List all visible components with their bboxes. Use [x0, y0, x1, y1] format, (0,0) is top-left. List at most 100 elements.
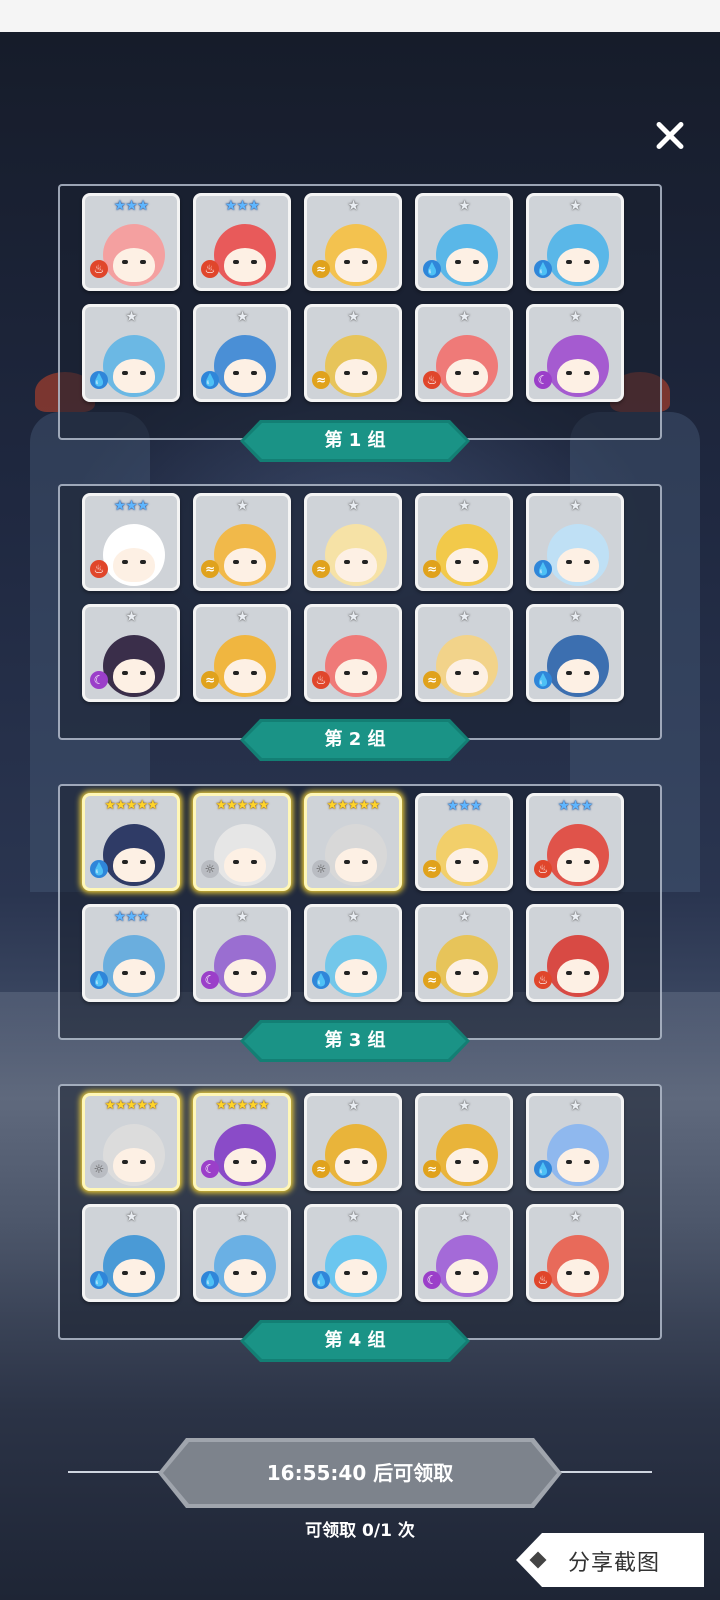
hero-eye	[362, 1160, 368, 1164]
hero-eye	[251, 1271, 257, 1275]
diamond-icon	[529, 1551, 547, 1569]
hero-card[interactable]: ★ ≈	[193, 604, 291, 702]
hero-face	[557, 1148, 599, 1182]
hero-card[interactable]: ★ ♨	[304, 604, 402, 702]
share-screenshot-label: 分享截图	[568, 1551, 661, 1576]
water-drop-icon: 💧	[90, 371, 108, 389]
hero-card[interactable]: ★ ☾	[415, 1204, 513, 1302]
hero-card[interactable]: ★ ♨	[526, 1204, 624, 1302]
wind-icon: ≈	[312, 560, 330, 578]
hero-card[interactable]: ★ ☾	[82, 604, 180, 702]
hero-card[interactable]: ★ ≈	[415, 1093, 513, 1191]
hero-eye	[584, 971, 590, 975]
hero-eye	[251, 860, 257, 864]
claim-timer-button[interactable]: 16:55:40 后可领取	[158, 1438, 562, 1508]
hero-face	[113, 1259, 155, 1293]
hero-card[interactable]: ★ 💧	[526, 193, 624, 291]
hero-card[interactable]: ★ 💧	[82, 1204, 180, 1302]
hero-card[interactable]: ★ ≈	[304, 493, 402, 591]
hero-face	[446, 959, 488, 993]
hero-eye	[122, 1160, 128, 1164]
star-rating: ★	[569, 498, 582, 514]
hero-card[interactable]: ★★★★★ ☼	[193, 793, 291, 891]
hero-face	[446, 359, 488, 393]
hero-face	[224, 659, 266, 693]
hero-card[interactable]: ★ ♨	[526, 904, 624, 1002]
star-rating: ★	[347, 609, 360, 625]
water-drop-icon: 💧	[90, 971, 108, 989]
hero-card[interactable]: ★★★ ♨	[193, 193, 291, 291]
hero-card[interactable]: ★ ☾	[193, 904, 291, 1002]
hero-card[interactable]: ★ ☾	[526, 304, 624, 402]
hero-card[interactable]: ★★★ 💧	[82, 904, 180, 1002]
hero-eye	[233, 971, 239, 975]
hero-card[interactable]: ★ ≈	[304, 193, 402, 291]
hero-eye	[566, 560, 572, 564]
hero-card[interactable]: ★ 💧	[526, 1093, 624, 1191]
hero-card[interactable]: ★ ≈	[415, 493, 513, 591]
wind-icon: ≈	[312, 1160, 330, 1178]
star-rating: ★	[236, 909, 249, 925]
hero-eye	[566, 1160, 572, 1164]
hero-eye	[122, 971, 128, 975]
hero-eye	[584, 671, 590, 675]
hero-card[interactable]: ★★★★★ ☼	[304, 793, 402, 891]
hero-eye	[473, 1271, 479, 1275]
hero-card[interactable]: ★ 💧	[526, 493, 624, 591]
hero-card[interactable]: ★ ≈	[193, 493, 291, 591]
hero-card[interactable]: ★★★★★ ☾	[193, 1093, 291, 1191]
hero-eye	[455, 971, 461, 975]
hero-face	[113, 248, 155, 282]
star-rating: ★	[347, 498, 360, 514]
fire-icon: ♨	[201, 260, 219, 278]
hero-eye	[344, 560, 350, 564]
hero-eye	[233, 1160, 239, 1164]
hero-eye	[584, 860, 590, 864]
sun-icon: ☼	[312, 860, 330, 878]
hero-card[interactable]: ★ 💧	[526, 604, 624, 702]
hero-eye	[566, 671, 572, 675]
fire-icon: ♨	[90, 560, 108, 578]
hero-card[interactable]: ★★★ ≈	[415, 793, 513, 891]
hero-eye	[455, 371, 461, 375]
hero-eye	[455, 260, 461, 264]
star-rating: ★	[458, 198, 471, 214]
group-label-2: 第 2 组	[240, 719, 470, 761]
hero-card[interactable]: ★★★★★ 💧	[82, 793, 180, 891]
hero-card[interactable]: ★★★ ♨	[526, 793, 624, 891]
moon-icon: ☾	[423, 1271, 441, 1289]
fire-icon: ♨	[423, 371, 441, 389]
water-drop-icon: 💧	[90, 860, 108, 878]
hero-card[interactable]: ★ ≈	[415, 904, 513, 1002]
hero-eye	[473, 1160, 479, 1164]
hero-face	[446, 1148, 488, 1182]
hero-card[interactable]: ★★★★★ ☼	[82, 1093, 180, 1191]
hero-card[interactable]: ★ 💧	[193, 304, 291, 402]
hero-eye	[362, 671, 368, 675]
group-label-text: 第 2 组	[324, 729, 386, 750]
hero-face	[557, 359, 599, 393]
hero-card[interactable]: ★ ≈	[304, 1093, 402, 1191]
hero-card[interactable]: ★ 💧	[304, 904, 402, 1002]
share-screenshot-button[interactable]: 分享截图	[516, 1533, 704, 1587]
hero-eye	[473, 560, 479, 564]
water-drop-icon: 💧	[423, 260, 441, 278]
water-drop-icon: 💧	[534, 560, 552, 578]
hero-card[interactable]: ★ 💧	[415, 193, 513, 291]
hero-eye	[140, 671, 146, 675]
hero-card[interactable]: ★ 💧	[193, 1204, 291, 1302]
star-rating: ★	[125, 309, 138, 325]
hero-card[interactable]: ★★★ ♨	[82, 493, 180, 591]
hero-card[interactable]: ★ 💧	[304, 1204, 402, 1302]
hero-card[interactable]: ★ ≈	[415, 604, 513, 702]
star-rating: ★★★★★	[104, 798, 158, 813]
group-label-1: 第 1 组	[240, 420, 470, 462]
hero-card[interactable]: ★ ≈	[304, 304, 402, 402]
hero-eye	[455, 671, 461, 675]
close-icon[interactable]	[648, 114, 692, 158]
hero-card[interactable]: ★ ♨	[415, 304, 513, 402]
hero-card[interactable]: ★ 💧	[82, 304, 180, 402]
hero-eye	[233, 560, 239, 564]
hero-card[interactable]: ★★★ ♨	[82, 193, 180, 291]
fire-icon: ♨	[534, 860, 552, 878]
